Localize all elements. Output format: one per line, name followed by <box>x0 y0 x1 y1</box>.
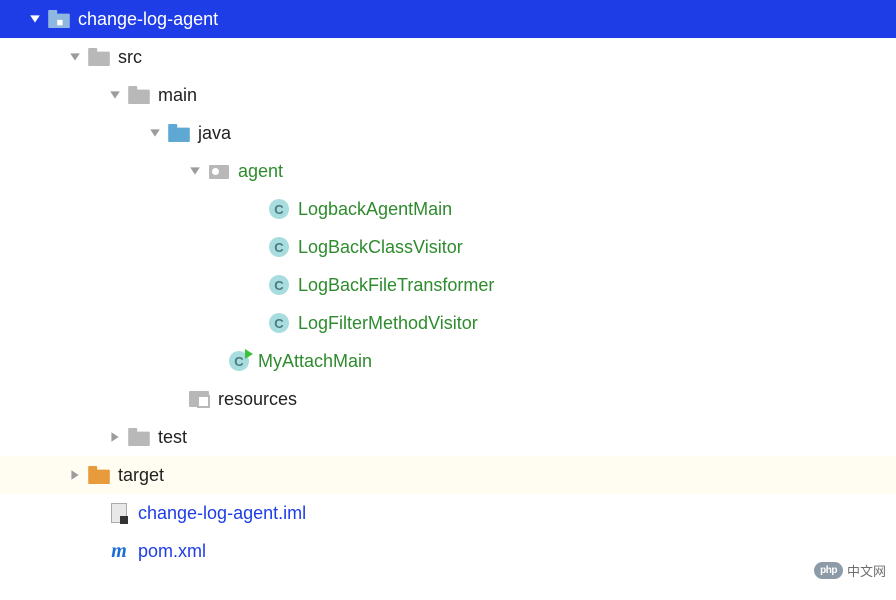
tree-row-class[interactable]: C LogFilterMethodVisitor <box>0 304 896 342</box>
folder-icon <box>88 46 110 68</box>
project-tree: change-log-agent src main java agent C L… <box>0 0 896 570</box>
class-icon: C <box>268 274 290 296</box>
tree-row-target[interactable]: target <box>0 456 896 494</box>
tree-label: test <box>158 427 187 448</box>
tree-label: change-log-agent <box>78 9 218 30</box>
tree-row-project-root[interactable]: change-log-agent <box>0 0 896 38</box>
tree-row-iml[interactable]: change-log-agent.iml <box>0 494 896 532</box>
folder-icon <box>128 426 150 448</box>
folder-icon <box>128 84 150 106</box>
tree-row-test[interactable]: test <box>0 418 896 456</box>
package-icon <box>208 160 230 182</box>
tree-label: resources <box>218 389 297 410</box>
tree-row-agent[interactable]: agent <box>0 152 896 190</box>
runnable-class-icon: C <box>228 350 250 372</box>
tree-label: pom.xml <box>138 541 206 562</box>
chevron-down-icon[interactable] <box>188 164 202 178</box>
tree-row-resources[interactable]: resources <box>0 380 896 418</box>
tree-label: java <box>198 123 231 144</box>
watermark-text: 中文网 <box>847 561 886 580</box>
tree-row-class[interactable]: C LogbackAgentMain <box>0 190 896 228</box>
tree-label: LogFilterMethodVisitor <box>298 313 478 334</box>
source-folder-icon <box>168 122 190 144</box>
tree-label: agent <box>238 161 283 182</box>
module-folder-icon <box>48 8 70 30</box>
chevron-down-icon[interactable] <box>148 126 162 140</box>
watermark-badge: php <box>814 562 843 579</box>
tree-row-src[interactable]: src <box>0 38 896 76</box>
tree-label: LogBackClassVisitor <box>298 237 463 258</box>
tree-label: src <box>118 47 142 68</box>
class-icon: C <box>268 198 290 220</box>
tree-label: LogbackAgentMain <box>298 199 452 220</box>
tree-label: main <box>158 85 197 106</box>
tree-row-class[interactable]: C LogBackFileTransformer <box>0 266 896 304</box>
tree-row-myattach[interactable]: C MyAttachMain <box>0 342 896 380</box>
excluded-folder-icon <box>88 464 110 486</box>
tree-row-main[interactable]: main <box>0 76 896 114</box>
chevron-down-icon[interactable] <box>68 50 82 64</box>
tree-label: MyAttachMain <box>258 351 372 372</box>
watermark: php 中文网 <box>814 561 886 580</box>
chevron-right-icon[interactable] <box>68 468 82 482</box>
tree-row-class[interactable]: C LogBackClassVisitor <box>0 228 896 266</box>
class-icon: C <box>268 236 290 258</box>
class-icon: C <box>268 312 290 334</box>
tree-label: target <box>118 465 164 486</box>
tree-row-java[interactable]: java <box>0 114 896 152</box>
iml-file-icon <box>108 502 130 524</box>
resources-folder-icon <box>188 388 210 410</box>
maven-file-icon: m <box>108 540 130 562</box>
chevron-down-icon[interactable] <box>28 12 42 26</box>
tree-row-pom[interactable]: m pom.xml <box>0 532 896 570</box>
chevron-down-icon[interactable] <box>108 88 122 102</box>
tree-label: LogBackFileTransformer <box>298 275 494 296</box>
tree-label: change-log-agent.iml <box>138 503 306 524</box>
chevron-right-icon[interactable] <box>108 430 122 444</box>
